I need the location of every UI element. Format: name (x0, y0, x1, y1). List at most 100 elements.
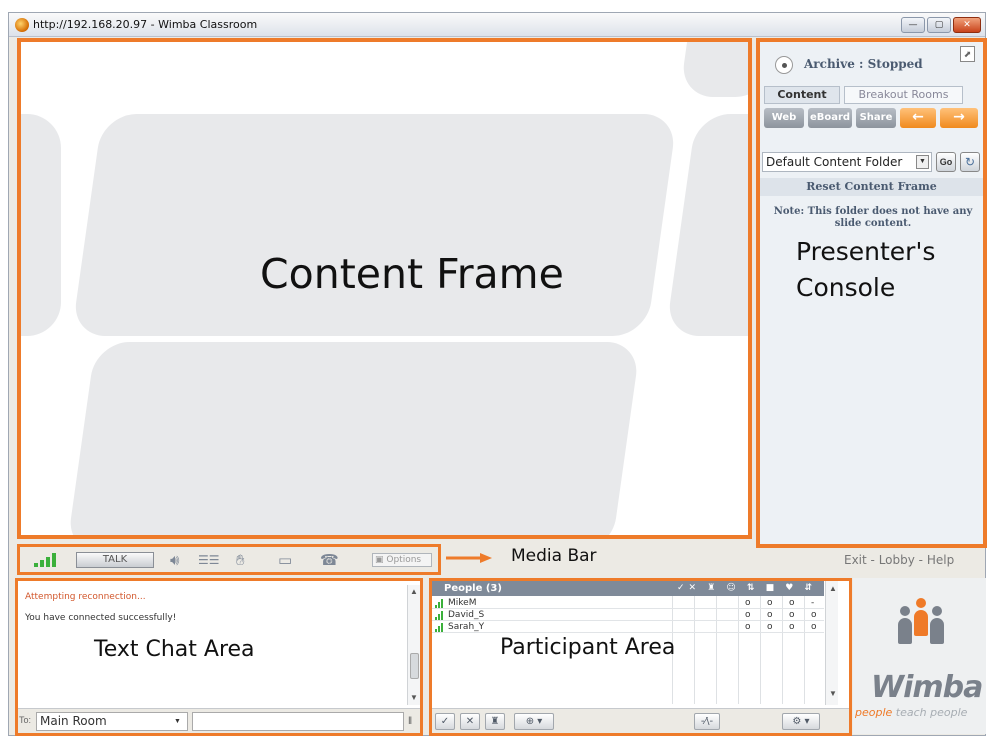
to-label: To: (19, 715, 32, 725)
phone-icon[interactable]: ☎ (320, 550, 339, 570)
status-cell: o (811, 610, 817, 620)
arrow-icon (446, 553, 492, 563)
wimba-wordmark: Wimba (871, 670, 983, 705)
status-cell: o (767, 622, 773, 632)
reset-content-frame-link[interactable]: Reset Content Frame (760, 178, 983, 196)
media-bar-label: Media Bar (511, 546, 597, 566)
signal-strength-icon (34, 553, 56, 567)
options-label: Options (386, 555, 422, 565)
scroll-down-icon[interactable]: ▼ (829, 689, 837, 698)
tab-content[interactable]: Content (764, 86, 840, 104)
logo-figure (897, 606, 913, 644)
status-cell: o (789, 610, 795, 620)
archive-record-button[interactable] (775, 56, 793, 74)
close-button[interactable]: ✕ (953, 17, 981, 33)
status-cell: - (811, 598, 815, 608)
scroll-thumb[interactable] (410, 653, 419, 679)
tagline-highlight: people (855, 706, 893, 719)
title-bar: http://192.168.20.97 - Wimba Classroom —… (9, 13, 985, 37)
tab-breakout-rooms[interactable]: Breakout Rooms (844, 86, 963, 104)
logo-figure (929, 606, 945, 644)
browser-icon (15, 18, 29, 32)
status-cell: o (745, 598, 751, 608)
activity-button[interactable]: -⁄\- (694, 713, 720, 730)
equalizer-icon[interactable]: ☰☰ (198, 550, 220, 570)
text-chat-area: Attempting reconnection... You have conn… (15, 578, 423, 736)
media-bar: TALK 🔊︎ ☰☰ ✋︎ ▭ ☎ ▣ Options (17, 544, 441, 575)
status-cell: o (745, 610, 751, 620)
background-tile (665, 114, 748, 336)
minimize-button[interactable]: — (901, 17, 925, 33)
camera-icon[interactable]: ▭ (278, 550, 292, 570)
emote-menu-button[interactable]: ⊕ ▾ (514, 713, 554, 730)
refresh-icon[interactable]: ↻ (960, 152, 980, 172)
footer-links: Exit - Lobby - Help (844, 553, 954, 567)
web-button[interactable]: Web (764, 108, 804, 128)
scroll-up-icon[interactable]: ▲ (410, 587, 418, 596)
console-label: Presenter's Console (796, 234, 935, 306)
chat-message: Attempting reconnection... (25, 592, 146, 602)
previous-button[interactable]: ← (900, 108, 936, 128)
chat-scrollbar[interactable]: ▲ ▼ (407, 585, 420, 705)
background-tile (679, 42, 748, 97)
go-button[interactable]: Go (936, 152, 956, 172)
participant-area-label: Participant Area (500, 635, 676, 660)
status-cell: o (789, 598, 795, 608)
signal-strength-icon (435, 599, 445, 608)
participant-footer: ✓ ✕ ♜ ⊕ ▾ -⁄\- ⚙ ▾ (432, 708, 849, 733)
wimba-logo: Wimba people teach people (853, 578, 986, 734)
content-folder-select[interactable]: Default Content Folder (762, 152, 932, 172)
lobby-link[interactable]: Lobby (879, 553, 915, 567)
chat-message: You have connected successfully! (25, 613, 177, 623)
folder-note: Note: This folder does not have any slid… (773, 206, 973, 229)
console-label-line2: Console (796, 273, 896, 302)
status-cell: o (811, 622, 817, 632)
console-label-line1: Presenter's (796, 237, 936, 266)
content-frame-label: Content Frame (260, 250, 564, 298)
chat-message-input[interactable] (192, 712, 404, 731)
status-cell: o (767, 598, 773, 608)
participant-row[interactable]: MikeM o o o - (432, 598, 824, 609)
participant-name: MikeM (448, 598, 477, 608)
people-header: People (3) ✓✕ ♜ ☺ ⇅ ■ ♥ ⇵ (432, 581, 824, 596)
send-icon[interactable]: ‖ (408, 713, 418, 730)
exit-link[interactable]: Exit (844, 553, 867, 567)
status-cell: o (745, 622, 751, 632)
archive-status: Archive : Stopped (804, 57, 923, 71)
content-frame[interactable]: Content Frame (17, 38, 752, 539)
window-title: http://192.168.20.97 - Wimba Classroom (33, 18, 258, 31)
chat-footer: To: Main Room ▼ ‖ (18, 708, 420, 733)
people-count: People (3) (444, 583, 502, 594)
logo-figure (913, 598, 929, 636)
options-icon: ▣ (375, 555, 387, 565)
chevron-down-icon[interactable]: ▼ (916, 155, 929, 169)
participant-row[interactable]: Sarah_Y o o o o (432, 622, 824, 633)
help-link[interactable]: Help (927, 553, 954, 567)
hand-lock-icon[interactable]: ✋︎ (236, 550, 245, 570)
next-button[interactable]: → (940, 108, 978, 128)
options-button[interactable]: ▣ Options (372, 553, 432, 567)
eboard-button[interactable]: eBoard (808, 108, 852, 128)
wimba-tagline: people teach people (855, 706, 967, 719)
scroll-up-icon[interactable]: ▲ (829, 584, 837, 593)
text-chat-label: Text Chat Area (94, 637, 255, 662)
detach-icon[interactable]: ⬈ (960, 46, 975, 62)
speaker-icon[interactable]: 🔊︎ (170, 550, 179, 570)
scroll-down-icon[interactable]: ▼ (410, 693, 418, 702)
participant-row[interactable]: David_S o o o o (432, 610, 824, 621)
no-button[interactable]: ✕ (460, 713, 480, 730)
chat-room-select[interactable]: Main Room (36, 712, 188, 731)
talk-button[interactable]: TALK (76, 552, 154, 568)
participant-area: People (3) ✓✕ ♜ ☺ ⇅ ■ ♥ ⇵ MikeM o o o - … (429, 578, 852, 736)
hand-raise-button[interactable]: ♜ (485, 713, 505, 730)
presenters-console: Archive : Stopped ⬈ Content Breakout Roo… (756, 38, 987, 548)
yes-button[interactable]: ✓ (435, 713, 455, 730)
maximize-button[interactable]: ▢ (927, 17, 951, 33)
settings-menu-button[interactable]: ⚙ ▾ (782, 713, 820, 730)
share-button[interactable]: Share (856, 108, 896, 128)
background-tile (21, 114, 61, 336)
participant-scrollbar[interactable]: ▲ ▼ (825, 581, 838, 705)
background-tile (71, 114, 678, 336)
chevron-down-icon[interactable]: ▼ (174, 718, 181, 725)
participant-name: Sarah_Y (448, 622, 485, 632)
